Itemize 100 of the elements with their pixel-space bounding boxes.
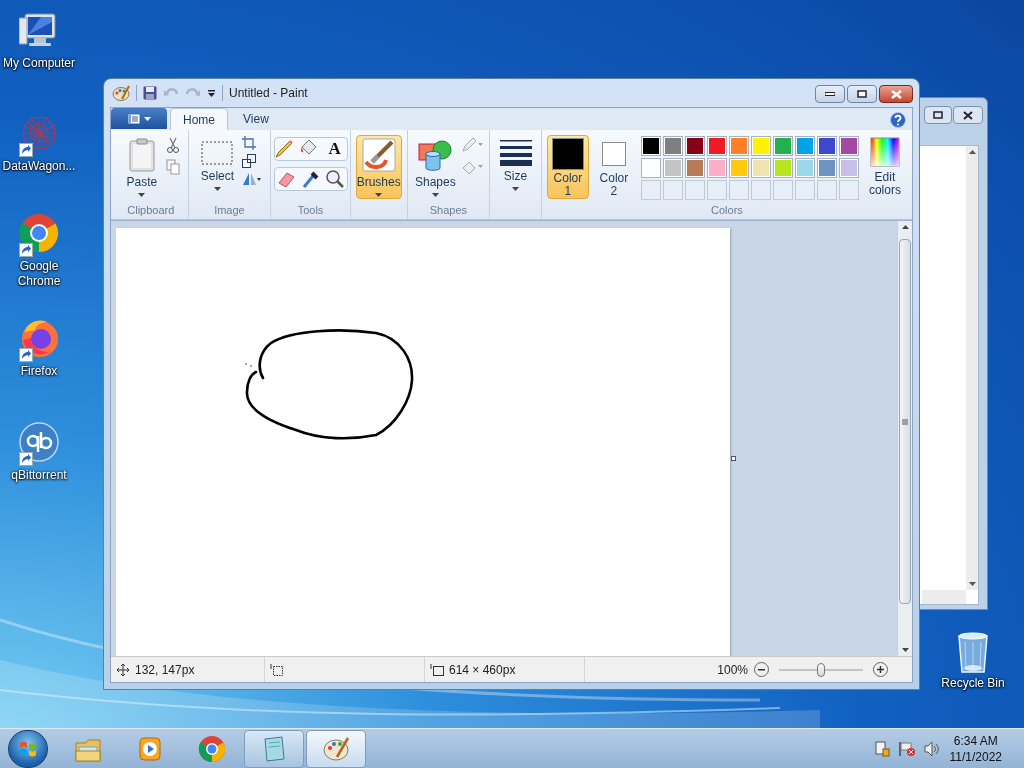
speaker-icon[interactable]: [923, 740, 940, 757]
scroll-up-icon[interactable]: [968, 150, 976, 154]
flag-icon[interactable]: [897, 740, 916, 757]
palette-color[interactable]: [772, 136, 793, 156]
palette-color[interactable]: [838, 136, 859, 156]
restore-icon: [857, 90, 867, 98]
fill-icon[interactable]: [461, 159, 484, 175]
desktop-icon-label[interactable]: Firefox: [0, 364, 78, 379]
palette-color[interactable]: [684, 158, 705, 178]
crop-icon[interactable]: [242, 136, 257, 150]
palette-color[interactable]: [684, 136, 705, 156]
desktop-icon-label[interactable]: DataWagon...: [0, 159, 78, 174]
palette-color[interactable]: [794, 136, 815, 156]
palette-color[interactable]: [640, 158, 661, 178]
caret-icon: [138, 193, 146, 197]
minimize-icon: [825, 92, 835, 96]
scrollbar[interactable]: [966, 146, 978, 590]
canvas-size-icon: [430, 663, 444, 676]
ribbon-tab[interactable]: View: [231, 108, 281, 130]
selection-icon: [201, 138, 234, 166]
caret-icon: [213, 187, 221, 191]
close-button[interactable]: [953, 106, 983, 124]
scissors-icon[interactable]: [165, 137, 180, 153]
maximize-button[interactable]: [924, 106, 952, 124]
minimize-button[interactable]: [815, 85, 845, 103]
caret-icon: [143, 116, 151, 121]
window-title: Untitled - Paint: [229, 85, 308, 102]
ribbon-group-label: Clipboard: [126, 203, 176, 218]
copy-icon[interactable]: [165, 159, 180, 175]
chrome-icon: [198, 734, 226, 763]
scroll-down-icon[interactable]: [901, 648, 909, 652]
line-width-icon: [498, 138, 533, 166]
brushes-button[interactable]: Brushes: [355, 135, 402, 199]
save-icon[interactable]: [143, 86, 157, 100]
size-button[interactable]: Size: [495, 135, 536, 199]
canvas-size: 614 × 460px: [449, 661, 516, 679]
taskbar-app-button[interactable]: [306, 729, 366, 768]
palette-color[interactable]: [816, 158, 837, 178]
close-button[interactable]: [879, 85, 913, 103]
help-icon[interactable]: [890, 112, 906, 128]
select-button[interactable]: Select: [196, 135, 239, 199]
resize-icon[interactable]: [242, 154, 257, 168]
palette-color[interactable]: [706, 158, 727, 178]
palette-color[interactable]: [728, 158, 749, 178]
desktop-icon-label[interactable]: My Computer: [0, 56, 78, 71]
desktop-icon-label[interactable]: Recycle Bin: [934, 676, 1012, 691]
palette-color[interactable]: [728, 136, 749, 156]
customize-dropdown-icon[interactable]: [207, 88, 216, 98]
edit-colors-button[interactable]: Edit colors: [862, 135, 907, 197]
plus-icon: [877, 666, 884, 673]
cursor-position: 132, 147px: [135, 661, 195, 679]
palette-color[interactable]: [772, 158, 793, 178]
scroll-up-icon[interactable]: [901, 225, 909, 229]
ribbon-tab[interactable]: Home: [170, 108, 228, 130]
zoom-level: 100%: [717, 661, 748, 679]
ribbon-group-label: Image: [213, 203, 246, 218]
clock[interactable]: 6:34 AM 11/1/2022: [949, 732, 1002, 765]
taskbar-app-button[interactable]: [244, 729, 304, 768]
resize-handle[interactable]: [731, 456, 736, 461]
scroll-down-icon[interactable]: [968, 582, 976, 586]
clock-date: 11/1/2022: [949, 748, 1002, 765]
scrollbar-thumb[interactable]: [899, 239, 911, 604]
palette-color[interactable]: [662, 158, 683, 178]
start-button[interactable]: [8, 729, 48, 768]
color-slot-button[interactable]: Color 2: [592, 135, 635, 199]
caret-icon: [431, 193, 439, 197]
close-icon: [963, 110, 973, 120]
clock-time: 6:34 AM: [953, 732, 998, 749]
move-icon: [117, 663, 129, 676]
color-slot-button[interactable]: Color 1: [546, 135, 589, 199]
desktop-icon-label[interactable]: Google Chrome: [0, 259, 78, 289]
clipboard-icon: [127, 138, 156, 172]
palette-color[interactable]: [662, 136, 683, 156]
palette-color[interactable]: [750, 136, 771, 156]
outline-icon[interactable]: [461, 137, 484, 153]
palette-color[interactable]: [816, 136, 837, 156]
shapes-button[interactable]: Shapes: [413, 135, 458, 199]
document-icon: [127, 113, 140, 124]
maximize-button[interactable]: [847, 85, 877, 103]
minus-icon: [758, 668, 765, 671]
slider-thumb[interactable]: [817, 662, 825, 677]
palette-icon[interactable]: [112, 85, 130, 101]
grip-icon: [902, 418, 908, 425]
ribbon-group-label: Shapes: [428, 203, 468, 218]
palette-color[interactable]: [706, 136, 727, 156]
vertical-scrollbar[interactable]: [897, 221, 912, 656]
ribbon-group-label: Tools: [296, 203, 325, 218]
palette-color[interactable]: [640, 136, 661, 156]
color-spectrum-icon: [869, 137, 900, 167]
paste-button[interactable]: Paste: [121, 135, 162, 199]
file-menu-button[interactable]: [111, 108, 167, 129]
palette-color[interactable]: [794, 158, 815, 178]
brush-icon: [361, 138, 396, 172]
palette-color[interactable]: [838, 158, 859, 178]
windows-logo-icon: [19, 739, 37, 758]
horizontal-scrollbar[interactable]: [922, 590, 966, 604]
shapes-icon: [418, 138, 453, 172]
rotate-icon[interactable]: [242, 172, 263, 186]
palette-color[interactable]: [750, 158, 771, 178]
zoom-slider[interactable]: [779, 662, 863, 677]
